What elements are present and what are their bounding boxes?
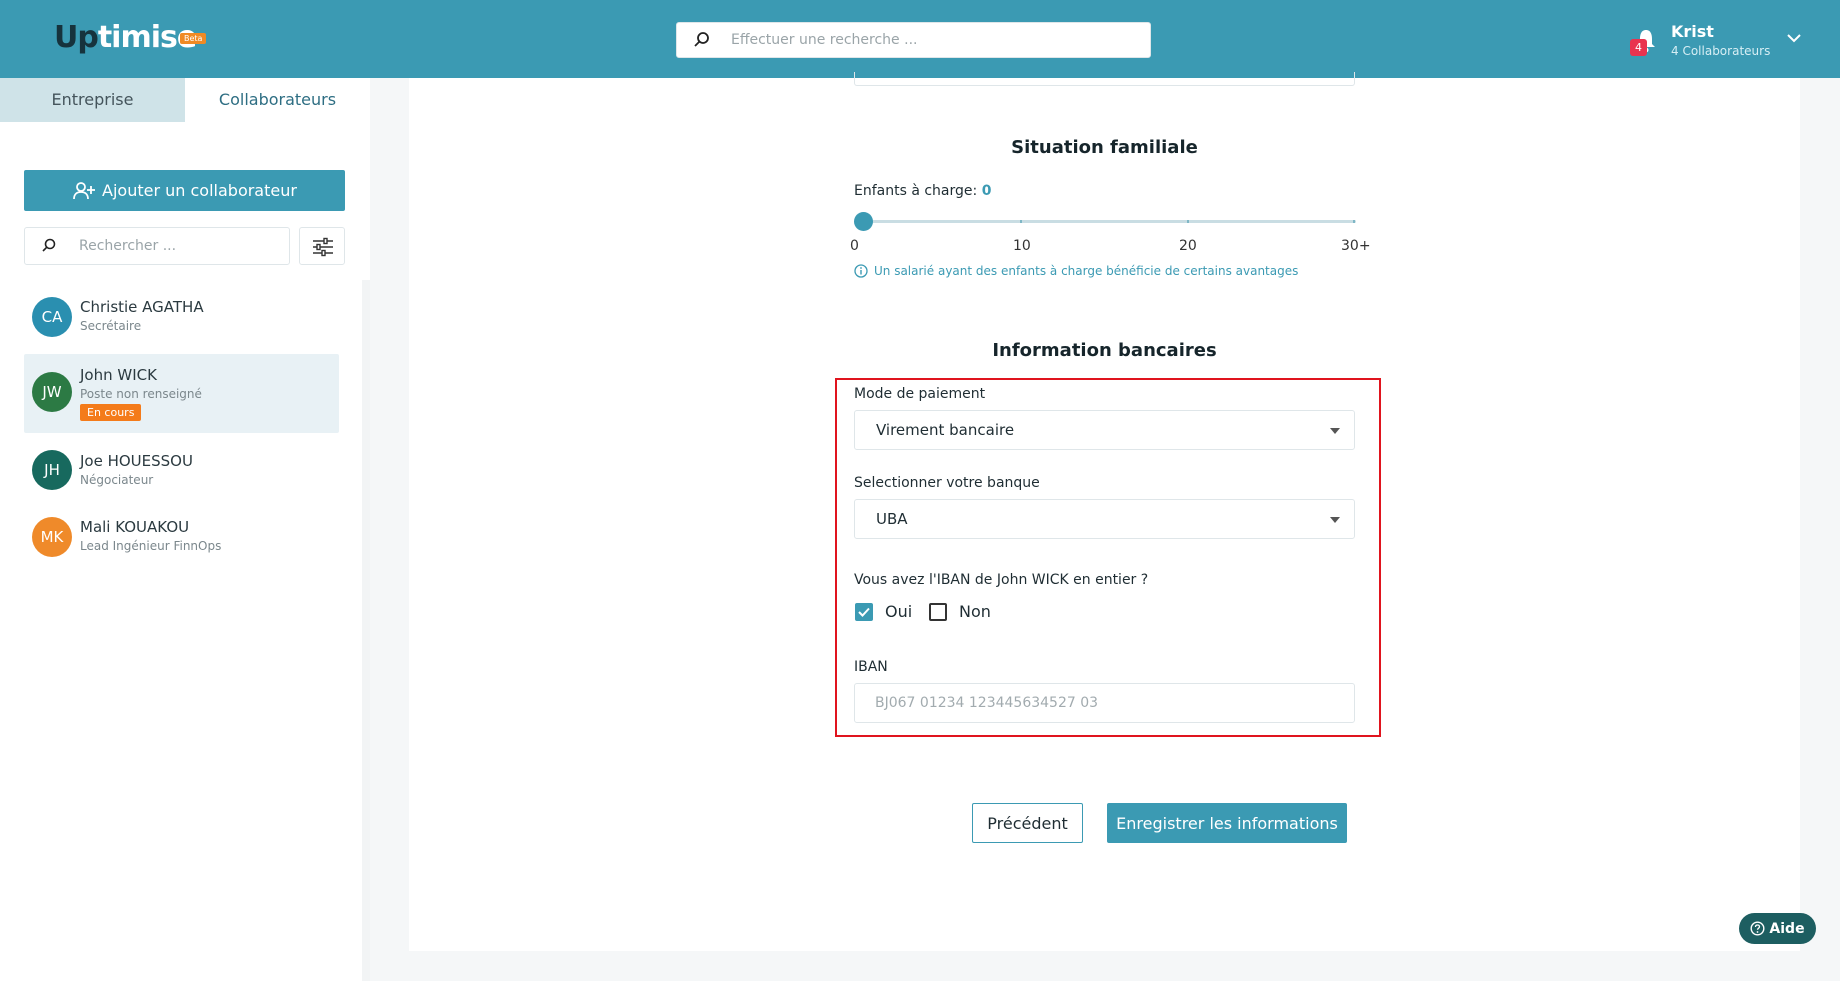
collaborator-name: Joe HOUESSOU bbox=[80, 452, 193, 470]
avatar: CA bbox=[32, 297, 72, 337]
enfants-label: Enfants à charge: 0 bbox=[854, 183, 991, 199]
bank-select[interactable]: UBA bbox=[854, 499, 1355, 539]
checkmark-icon bbox=[858, 607, 870, 617]
avatar: JW bbox=[32, 372, 72, 412]
iban-input[interactable] bbox=[875, 684, 1335, 722]
add-collaborator-button[interactable]: Ajouter un collaborateur bbox=[24, 170, 345, 211]
search-icon bbox=[42, 238, 56, 252]
filter-button[interactable] bbox=[299, 227, 345, 265]
collaborator-search-input[interactable] bbox=[79, 228, 279, 264]
global-search-input[interactable] bbox=[731, 23, 1131, 57]
collaborator-name: Christie AGATHA bbox=[80, 298, 204, 316]
children-slider-track[interactable] bbox=[854, 220, 1356, 223]
collaborator-name: John WICK bbox=[80, 366, 157, 384]
question-circle-icon bbox=[1750, 920, 1765, 936]
oui-checkbox[interactable] bbox=[855, 603, 873, 621]
previous-button[interactable]: Précédent bbox=[972, 803, 1083, 843]
enfants-label-text: Enfants à charge: bbox=[854, 183, 978, 199]
caret-down-icon bbox=[1330, 517, 1340, 523]
notification-count-badge: 4 bbox=[1630, 39, 1647, 56]
bank-select-label: Selectionner votre banque bbox=[854, 475, 1040, 491]
collaborator-role: Poste non renseigné bbox=[80, 387, 202, 401]
slider-tick bbox=[1020, 220, 1022, 223]
help-button[interactable]: Aide bbox=[1739, 913, 1816, 944]
children-hint: Un salarié ayant des enfants à charge bé… bbox=[854, 264, 1298, 278]
tab-collaborateurs[interactable]: Collaborateurs bbox=[185, 78, 370, 122]
slider-tick-label: 30+ bbox=[1341, 238, 1371, 254]
collaborator-item-joe[interactable]: JH Joe HOUESSOU Négociateur bbox=[24, 440, 339, 502]
app-logo[interactable]: Uptimise bbox=[54, 20, 197, 55]
non-label[interactable]: Non bbox=[959, 602, 991, 621]
oui-label[interactable]: Oui bbox=[885, 602, 912, 621]
slider-tick bbox=[1187, 220, 1189, 223]
info-icon bbox=[854, 264, 868, 278]
global-search-box[interactable] bbox=[676, 22, 1151, 58]
save-button[interactable]: Enregistrer les informations bbox=[1107, 803, 1347, 843]
sidebar: Entreprise Collaborateurs Ajouter un col… bbox=[0, 78, 370, 981]
hint-text: Un salarié ayant des enfants à charge bé… bbox=[874, 264, 1299, 278]
collaborator-item-christie[interactable]: CA Christie AGATHA Secrétaire bbox=[24, 286, 339, 348]
avatar: JH bbox=[32, 450, 72, 490]
iban-field[interactable] bbox=[854, 683, 1355, 723]
top-header: Uptimise Beta 4 Krist 4 Collaborateurs bbox=[0, 0, 1840, 78]
children-slider-thumb[interactable] bbox=[854, 212, 873, 231]
enfants-value: 0 bbox=[981, 183, 992, 199]
iban-question: Vous avez l'IBAN de John WICK en entier … bbox=[854, 572, 1149, 588]
bank-value: UBA bbox=[876, 510, 908, 528]
tab-entreprise[interactable]: Entreprise bbox=[0, 78, 185, 122]
sidebar-scroll-gutter bbox=[362, 280, 370, 981]
iban-label: IBAN bbox=[854, 659, 888, 675]
collaborator-name: Mali KOUAKOU bbox=[80, 518, 190, 536]
information-bancaires-title: Information bancaires bbox=[992, 340, 1217, 361]
help-label: Aide bbox=[1769, 920, 1805, 937]
caret-down-icon bbox=[1330, 428, 1340, 434]
slider-tick bbox=[1353, 220, 1355, 223]
collaborator-item-mali[interactable]: MK Mali KOUAKOU Lead Ingénieur FinnOps bbox=[24, 506, 339, 568]
payment-mode-label: Mode de paiement bbox=[854, 386, 986, 402]
sidebar-tabs: Entreprise Collaborateurs bbox=[0, 78, 370, 122]
search-icon bbox=[694, 32, 709, 47]
collaborator-role: Négociateur bbox=[80, 473, 154, 487]
collaborator-search-box[interactable] bbox=[24, 227, 290, 265]
avatar: MK bbox=[32, 517, 72, 557]
non-checkbox[interactable] bbox=[929, 603, 947, 621]
filter-sliders-icon bbox=[313, 237, 333, 257]
collaborator-role: Secrétaire bbox=[80, 319, 142, 333]
add-user-icon bbox=[73, 181, 96, 199]
payment-mode-value: Virement bancaire bbox=[876, 421, 1015, 439]
slider-tick-label: 10 bbox=[1013, 238, 1031, 254]
status-badge: En cours bbox=[80, 404, 142, 421]
collaborator-role: Lead Ingénieur FinnOps bbox=[80, 539, 222, 553]
add-collaborator-label: Ajouter un collaborateur bbox=[102, 181, 297, 201]
situation-familiale-title: Situation familiale bbox=[1011, 137, 1198, 158]
slider-tick-label: 0 bbox=[850, 238, 859, 254]
slider-tick-label: 20 bbox=[1179, 238, 1197, 254]
user-collaborators-count: 4 Collaborateurs bbox=[1671, 44, 1771, 58]
payment-mode-select[interactable]: Virement bancaire bbox=[854, 410, 1355, 450]
user-name[interactable]: Krist bbox=[1671, 22, 1714, 41]
chevron-down-icon[interactable] bbox=[1786, 32, 1802, 44]
previous-field-edge bbox=[854, 72, 1355, 86]
collaborator-item-john[interactable]: JW John WICK Poste non renseigné En cour… bbox=[24, 354, 339, 433]
beta-badge: Beta bbox=[180, 33, 207, 44]
